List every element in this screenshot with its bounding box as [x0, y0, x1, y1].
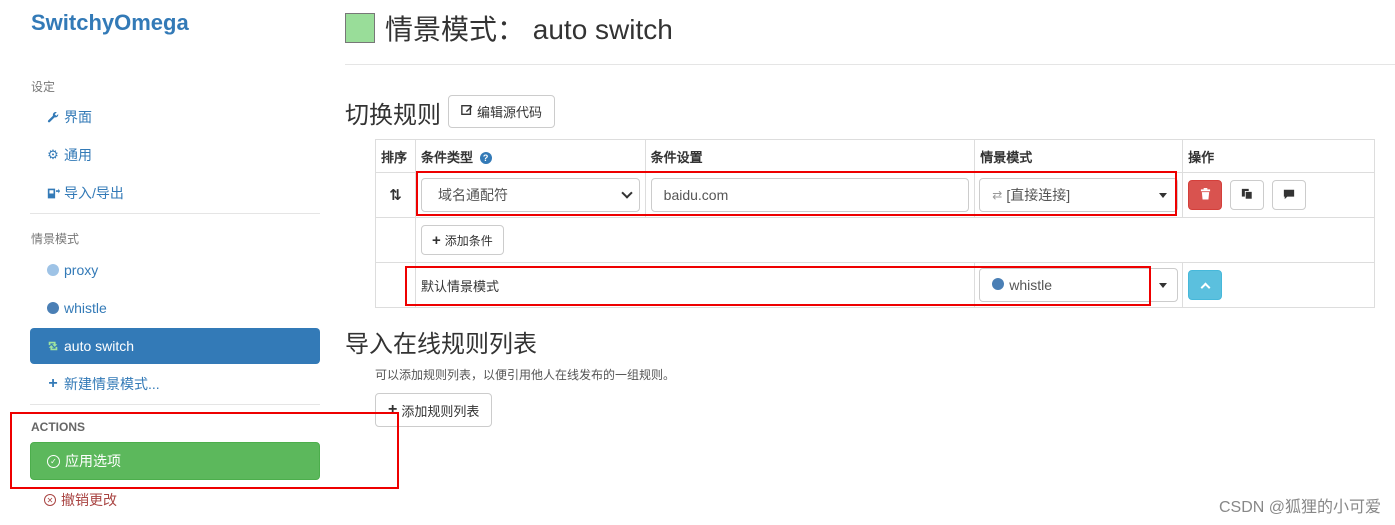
globe-icon — [44, 264, 62, 276]
new-profile-label: 新建情景模式... — [64, 376, 160, 392]
gear-icon: ⚙ — [47, 147, 59, 162]
main-content: 情景模式： auto switch 切换规则 编辑源代码 排序 条件类型 ? 条… — [345, 0, 1395, 525]
default-profile-value: whistle — [1009, 277, 1053, 293]
sidebar-item-import-export[interactable]: 导入/导出 — [30, 175, 320, 211]
page-title: 情景模式： auto switch — [385, 14, 673, 45]
rule-profile-select[interactable]: ⇄ [直接连接] — [979, 178, 1179, 212]
new-profile-link[interactable]: + 新建情景模式... — [30, 366, 320, 402]
sidebar-item-label: 界面 — [64, 109, 92, 125]
header-condition-value: 条件设置 — [644, 139, 976, 173]
close-circle-icon: ✕ — [44, 494, 56, 506]
sidebar-item-label: 通用 — [64, 147, 92, 163]
sidebar-item-interface[interactable]: 界面 — [30, 99, 320, 135]
profile-color-swatch[interactable] — [345, 13, 375, 43]
apply-options-button[interactable]: ✓ 应用选项 — [30, 442, 320, 480]
discard-changes-link[interactable]: ✕ 撤销更改 — [44, 490, 117, 510]
header-actions: 操作 — [1182, 139, 1375, 173]
wrench-icon — [44, 111, 62, 124]
retweet-icon — [44, 340, 62, 352]
divider — [345, 64, 1395, 65]
sidebar-item-label: proxy — [64, 262, 99, 278]
move-up-button[interactable] — [1188, 270, 1223, 300]
caret-down-icon — [1159, 282, 1168, 288]
divider — [30, 404, 320, 405]
sidebar-item-general[interactable]: ⚙ 通用 — [30, 137, 320, 173]
add-condition-row: + 添加条件 — [375, 217, 1376, 263]
add-condition-button[interactable]: + 添加条件 — [420, 225, 504, 255]
add-condition-label: 添加条件 — [444, 233, 493, 248]
condition-type-select[interactable]: 域名通配符 — [420, 178, 640, 212]
add-rule-list-button[interactable]: + 添加规则列表 — [375, 393, 493, 427]
direct-connect-icon: ⇄ — [992, 188, 1003, 202]
sort-icon: ⇅ — [389, 187, 402, 204]
rule-profile-value: [直接连接] — [1006, 187, 1071, 203]
default-profile-row: 默认情景模式 whistle — [375, 262, 1375, 308]
edit-source-button[interactable]: 编辑源代码 — [448, 95, 556, 128]
add-rule-list-label: 添加规则列表 — [401, 403, 480, 419]
switch-rules-title: 切换规则 — [345, 102, 441, 129]
sidebar-item-label: whistle — [64, 300, 107, 316]
table-row: ⇅ 域名通配符 baidu.com ⇄ [直接连接] — [375, 172, 1375, 218]
sidebar: SwitchyOmega 设定 界面 ⚙ 通用 导入/导出 情景模式 proxy… — [0, 0, 335, 525]
sidebar-item-auto-switch[interactable]: auto switch — [30, 328, 320, 364]
watermark: CSDN @狐狸的小可爱 — [1218, 499, 1381, 516]
sidebar-item-proxy[interactable]: proxy — [30, 252, 320, 288]
profiles-header: 情景模式 — [31, 232, 80, 246]
header-condition-type-label: 条件类型 — [420, 149, 473, 165]
header-order: 排序 — [375, 139, 416, 173]
trash-icon — [1200, 187, 1211, 203]
caret-down-icon — [1159, 192, 1168, 198]
sidebar-item-whistle[interactable]: whistle — [30, 290, 320, 326]
plus-icon: + — [48, 375, 58, 392]
globe-icon — [992, 277, 1005, 293]
check-circle-icon: ✓ — [47, 454, 60, 468]
sidebar-item-label: 导入/导出 — [64, 185, 124, 201]
edit-icon — [461, 104, 473, 119]
comment-icon — [1283, 188, 1295, 203]
default-profile-label: 默认情景模式 — [414, 262, 976, 308]
online-rules-title: 导入在线规则列表 — [345, 331, 537, 358]
header-profile: 情景模式 — [974, 139, 1184, 173]
page-header: 情景模式： auto switch — [345, 8, 673, 48]
condition-type-value: 域名通配符 — [437, 187, 508, 203]
actions-header: ACTIONS — [31, 420, 85, 434]
condition-value-text: baidu.com — [663, 187, 729, 203]
brand-title[interactable]: SwitchyOmega — [31, 10, 189, 36]
duplicate-rule-button[interactable] — [1230, 180, 1265, 210]
note-rule-button[interactable] — [1272, 180, 1307, 210]
chevron-up-icon — [1200, 282, 1211, 292]
chevron-down-icon — [620, 187, 633, 199]
rules-table: 排序 条件类型 ? 条件设置 情景模式 操作 ⇅ 域名通配符 baidu.com — [375, 139, 1376, 308]
header-condition-type: 条件类型 ? — [414, 139, 646, 173]
plus-icon: + — [431, 231, 441, 249]
sort-handle[interactable]: ⇅ — [375, 172, 416, 218]
edit-source-label: 编辑源代码 — [477, 105, 543, 120]
divider — [30, 213, 320, 214]
help-icon[interactable]: ? — [479, 152, 492, 165]
sidebar-item-label: auto switch — [64, 338, 135, 354]
discard-label: 撤销更改 — [61, 492, 117, 508]
apply-label: 应用选项 — [65, 453, 121, 469]
copy-icon — [1241, 188, 1253, 203]
settings-header: 设定 — [31, 80, 56, 94]
default-profile-select[interactable]: whistle — [979, 268, 1179, 302]
online-rules-description: 可以添加规则列表，以便引用他人在线发布的一组规则。 — [375, 368, 676, 382]
condition-value-input[interactable]: baidu.com — [650, 178, 970, 212]
delete-rule-button[interactable] — [1188, 180, 1223, 210]
import-export-icon — [44, 187, 62, 200]
plus-icon: + — [388, 401, 398, 418]
globe-icon — [44, 302, 62, 314]
